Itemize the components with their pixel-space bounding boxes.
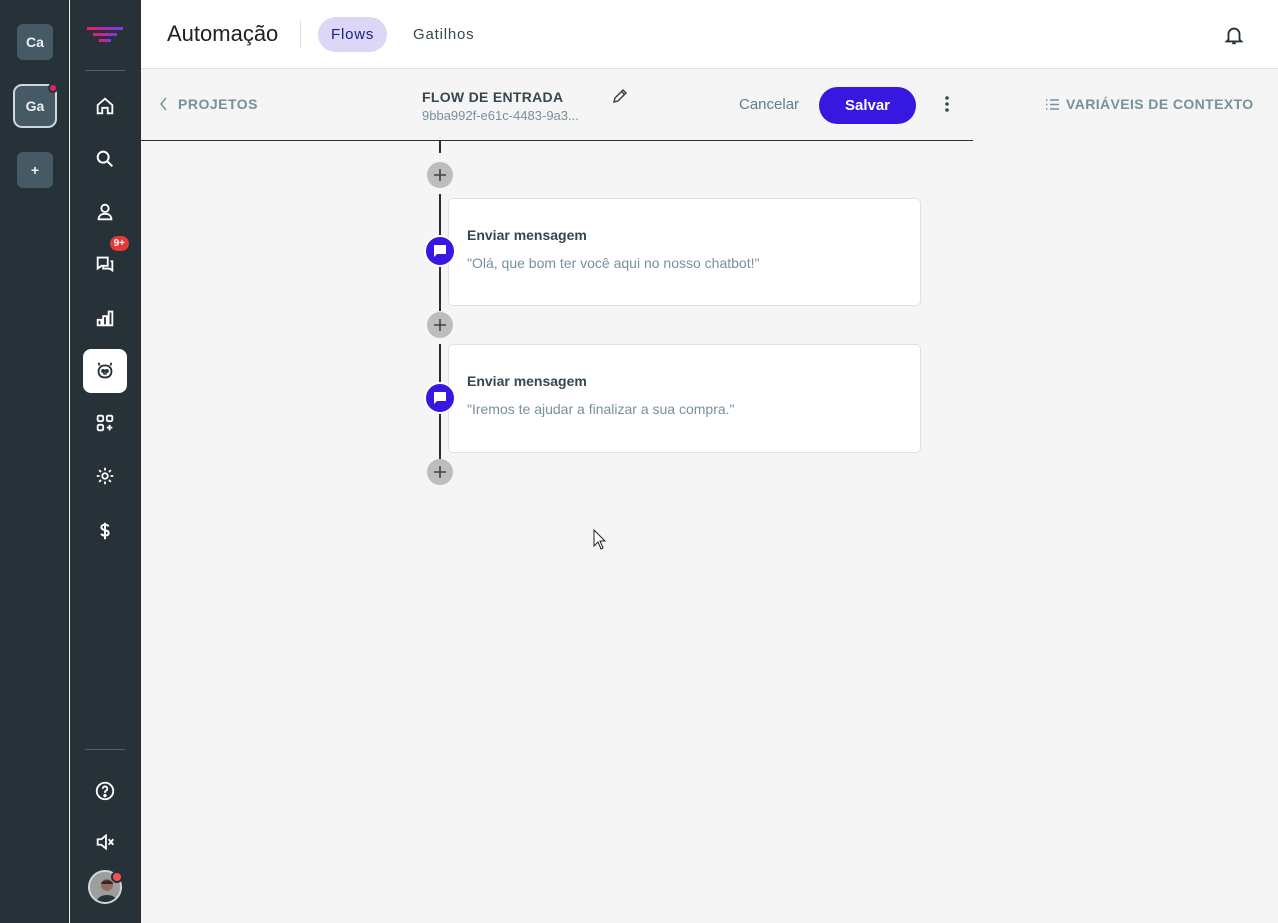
back-label: PROJETOS <box>178 96 258 112</box>
home-icon <box>96 97 114 115</box>
plus-icon <box>434 169 446 181</box>
plus-icon <box>434 319 446 331</box>
back-to-projects-link[interactable]: PROJETOS <box>160 96 258 112</box>
step-title: Enviar mensagem <box>467 227 587 243</box>
flow-connector <box>439 141 441 153</box>
workspace-button-ga[interactable]: Ga <box>13 83 58 128</box>
tab-gatilhos[interactable]: Gatilhos <box>400 17 487 52</box>
nav-rail: 9+ <box>70 0 141 923</box>
nav-automation[interactable] <box>83 349 127 393</box>
nav-contacts[interactable] <box>83 190 127 234</box>
context-variables-button[interactable]: VARIÁVEIS DE CONTEXTO <box>1045 96 1254 112</box>
flow-toolbar: PROJETOS FLOW DE ENTRADA 9bba992f-e61c-4… <box>141 70 1278 140</box>
nav-help[interactable] <box>83 769 127 813</box>
flow-name: FLOW DE ENTRADA <box>422 89 564 105</box>
save-button[interactable]: Salvar <box>819 87 916 124</box>
toolbar-underline <box>141 140 973 141</box>
search-icon <box>96 150 114 168</box>
nav-billing[interactable] <box>83 509 127 553</box>
plus-icon <box>434 466 446 478</box>
apps-icon <box>96 414 114 432</box>
nav-search[interactable] <box>83 137 127 181</box>
chevron-left-icon <box>160 97 167 111</box>
user-icon <box>97 203 113 221</box>
workspace-label: + <box>30 162 40 178</box>
page-title: Automação <box>167 21 279 46</box>
top-header: Automação Flows Gatilhos <box>141 0 1278 69</box>
notification-dot <box>48 83 58 93</box>
help-icon <box>95 781 115 801</box>
chart-icon <box>96 310 114 327</box>
title-divider <box>300 21 301 48</box>
add-step-button[interactable] <box>427 459 453 485</box>
flow-id: 9bba992f-e61c-4483-9a3... <box>422 108 579 123</box>
unread-badge: 9+ <box>109 236 129 251</box>
nav-sound-toggle[interactable] <box>83 820 127 864</box>
nav-settings[interactable] <box>83 454 127 498</box>
workspace-button-ca[interactable]: Ca <box>17 24 53 60</box>
settings-icon <box>96 467 114 485</box>
tab-flows[interactable]: Flows <box>318 17 388 52</box>
add-workspace-button[interactable]: + <box>17 152 53 188</box>
nav-home[interactable] <box>83 84 127 128</box>
status-dot <box>111 871 123 883</box>
context-variables-label: VARIÁVEIS DE CONTEXTO <box>1066 96 1254 112</box>
mute-icon <box>96 833 114 851</box>
chat-icon <box>96 256 114 273</box>
nav-divider <box>85 749 125 750</box>
message-icon <box>434 392 446 404</box>
step-node <box>424 235 456 267</box>
list-icon <box>1046 98 1059 110</box>
workspace-label: Ga <box>25 98 45 114</box>
message-icon <box>434 245 446 257</box>
step-message-text: "Olá, que bom ter você aqui no nosso cha… <box>467 255 760 271</box>
mouse-cursor-icon <box>593 529 607 550</box>
step-card-send-message[interactable]: Enviar mensagem "Iremos te ajudar a fina… <box>448 344 921 453</box>
brand-logo <box>87 27 123 42</box>
workspace-rail: Ca Ga + <box>0 0 69 923</box>
dollar-icon <box>100 522 110 540</box>
more-options-icon[interactable] <box>937 94 957 114</box>
nav-reports[interactable] <box>83 296 127 340</box>
workspace-label: Ca <box>26 34 44 50</box>
step-card-send-message[interactable]: Enviar mensagem "Olá, que bom ter você a… <box>448 198 921 306</box>
nav-chats[interactable]: 9+ <box>83 236 129 286</box>
add-step-button[interactable] <box>427 312 453 338</box>
cancel-button[interactable]: Cancelar <box>739 96 799 113</box>
bot-icon <box>97 362 113 379</box>
step-title: Enviar mensagem <box>467 373 587 389</box>
nav-divider <box>85 70 125 71</box>
notifications-bell-icon[interactable] <box>1223 24 1245 46</box>
edit-pencil-icon[interactable] <box>612 88 628 104</box>
step-message-text: "Iremos te ajudar a finalizar a sua comp… <box>467 401 735 417</box>
step-node <box>424 382 456 414</box>
add-step-button[interactable] <box>427 162 453 188</box>
nav-integrations[interactable] <box>83 401 127 445</box>
